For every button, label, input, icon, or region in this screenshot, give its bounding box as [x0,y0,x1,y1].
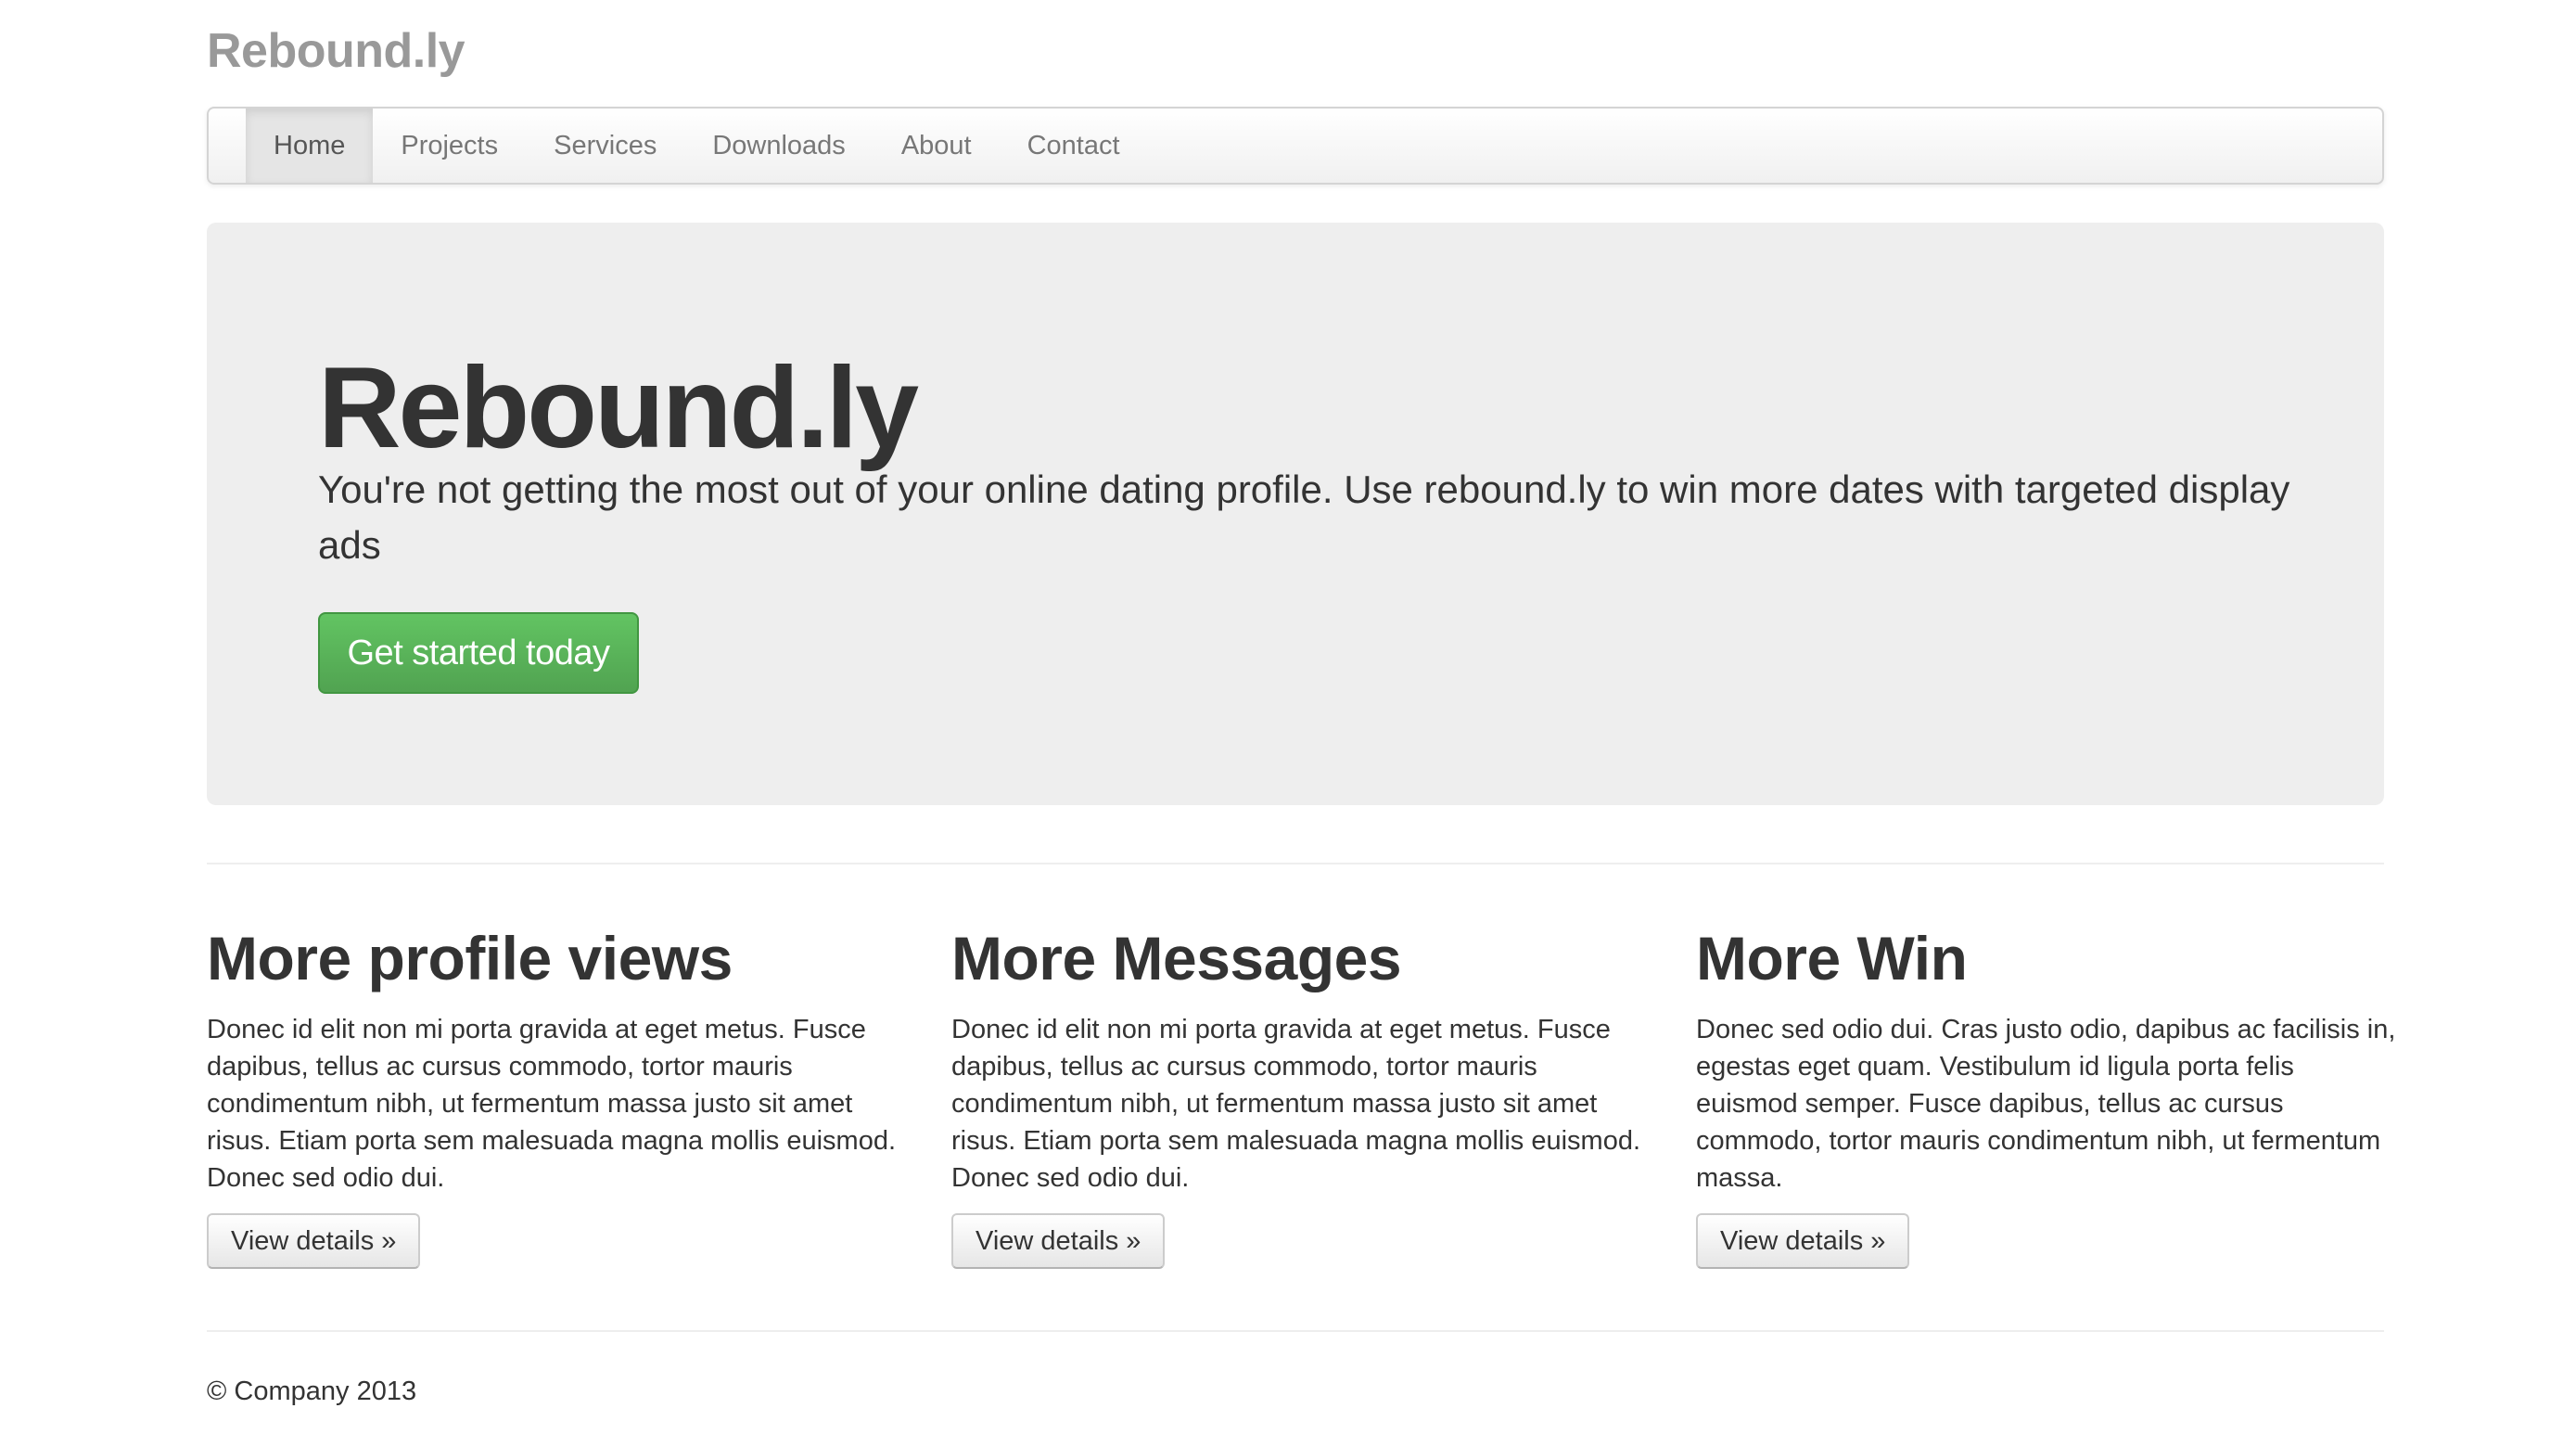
hero-lead: You're not getting the most out of your … [318,467,2290,567]
nav-item-home[interactable]: Home [246,109,374,183]
get-started-button[interactable]: Get started today [318,612,639,694]
nav-item-services[interactable]: Services [526,109,684,183]
feature-body: Donec sed odio dui. Cras justo odio, dap… [1696,1015,2396,1193]
navbar: Home Projects Services Downloads About C… [207,107,2384,185]
nav-item-contact[interactable]: Contact [1000,109,1148,183]
view-details-button[interactable]: View details » [951,1213,1166,1269]
divider-bottom [207,1330,2384,1332]
brand-logo[interactable]: Rebound.ly [207,19,465,83]
nav-item-downloads[interactable]: Downloads [684,109,873,183]
feature-heading: More profile views [207,924,733,992]
feature-column-win: More Win Donec sed odio dui. Cras justo … [1696,916,2401,1269]
feature-body: Donec id elit non mi porta gravida at eg… [951,1015,1641,1193]
view-details-button[interactable]: View details » [1696,1213,1910,1269]
feature-body: Donec id elit non mi porta gravida at eg… [207,1015,897,1193]
view-details-button[interactable]: View details » [207,1213,421,1269]
feature-column-messages: More Messages Donec id elit non mi porta… [951,916,1656,1269]
hero-title: Rebound.ly [318,344,919,472]
feature-heading: More Win [1696,924,1968,992]
feature-column-profile-views: More profile views Donec id elit non mi … [207,916,912,1269]
nav-item-projects[interactable]: Projects [373,109,526,183]
footer-copyright: © Company 2013 [207,1376,417,1406]
nav-item-about[interactable]: About [874,109,1000,183]
nav-menu: Home Projects Services Downloads About C… [246,109,1148,183]
hero-jumbotron: Rebound.ly You're not getting the most o… [207,223,2384,805]
feature-heading: More Messages [951,924,1402,992]
divider-top [207,863,2384,864]
